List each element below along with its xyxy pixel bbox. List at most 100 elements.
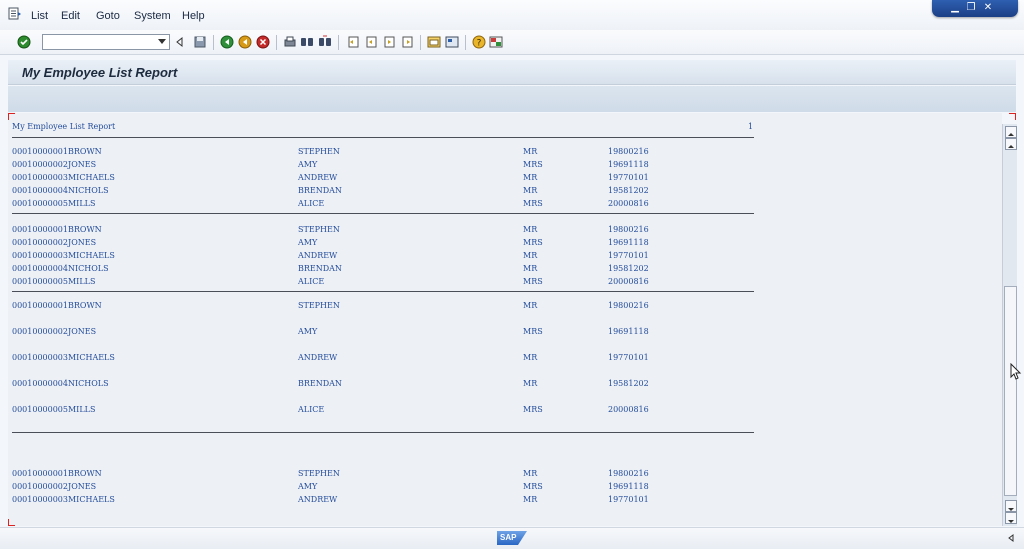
first-page-icon[interactable] [346,35,360,49]
scroll-page-down-button[interactable] [1005,512,1017,524]
report-header-title: My Employee List Report [12,122,116,131]
back-icon[interactable] [173,35,187,49]
employee-id-cell: 00010000001BROWN [12,147,102,156]
first-name-cell: BRENDAN [298,379,342,388]
first-name-cell: AMY [298,238,318,247]
print-icon[interactable] [283,35,297,49]
date-cell: 19581202 [608,264,649,273]
status-bar: SAP [0,527,1024,549]
close-icon[interactable]: ✕ [982,2,994,14]
page-title: My Employee List Report [22,65,178,80]
application-toolbar [8,86,1016,112]
first-name-cell: ALICE [298,277,325,286]
list-output-area[interactable] [8,113,1016,526]
employee-id-cell: 00010000005MILLS [12,277,96,286]
menu-bar: List Edit Goto System Help ▁ ❐ ✕ [0,0,1024,31]
title-cell: MR [523,495,538,504]
scroll-page-up-button[interactable] [1005,138,1017,150]
vertical-scrollbar[interactable] [1002,124,1017,526]
title-cell: MRS [523,405,543,414]
title-cell: MR [523,173,538,182]
create-session-icon[interactable] [427,35,441,49]
menu-list[interactable]: List [31,10,48,22]
first-name-cell: STEPHEN [298,469,340,478]
frame-corner [1009,113,1016,120]
date-cell: 19770101 [608,251,649,260]
title-cell: MR [523,264,538,273]
employee-id-cell: 00010000003MICHAELS [12,495,115,504]
title-cell: MRS [523,238,543,247]
date-cell: 19800216 [608,147,649,156]
employee-id-cell: 00010000001BROWN [12,469,102,478]
last-page-icon[interactable] [400,35,414,49]
report-divider [12,432,754,433]
help-icon[interactable]: ? [472,35,486,49]
find-icon[interactable] [300,35,314,49]
toolbar-separator [213,35,214,50]
employee-id-cell: 00010000001BROWN [12,225,102,234]
standard-toolbar: ? [0,30,1024,55]
title-cell: MR [523,353,538,362]
title-cell: MRS [523,160,543,169]
restore-icon[interactable]: ❐ [965,2,977,14]
back-green-icon[interactable] [220,35,234,49]
find-next-icon[interactable] [318,35,332,49]
first-name-cell: STEPHEN [298,147,340,156]
previous-page-icon[interactable] [364,35,378,49]
exit-icon[interactable] [238,35,252,49]
employee-id-cell: 00010000002JONES [12,482,97,491]
title-cell: MR [523,186,538,195]
first-name-cell: STEPHEN [298,225,340,234]
date-cell: 19800216 [608,301,649,310]
toolbar-separator [420,35,421,50]
frame-corner [8,113,15,120]
title-cell: MRS [523,327,543,336]
cancel-icon[interactable] [256,35,270,49]
status-expand-icon[interactable] [1006,533,1016,543]
first-name-cell: BRENDAN [298,264,342,273]
date-cell: 19581202 [608,379,649,388]
employee-id-cell: 00010000001BROWN [12,301,102,310]
shortcut-icon[interactable] [445,35,459,49]
employee-id-cell: 00010000005MILLS [12,199,96,208]
menu-system[interactable]: System [134,10,171,22]
date-cell: 19691118 [608,238,649,247]
first-name-cell: AMY [298,327,318,336]
save-icon[interactable] [193,35,207,49]
menu-goto[interactable]: Goto [96,10,120,22]
menu-icon[interactable] [8,7,22,20]
date-cell: 20000816 [608,277,649,286]
first-name-cell: AMY [298,160,318,169]
employee-id-cell: 00010000003MICHAELS [12,173,115,182]
toolbar-separator [465,35,466,50]
employee-id-cell: 00010000005MILLS [12,405,96,414]
screen-title-bar: My Employee List Report [8,60,1016,85]
enter-icon[interactable] [17,35,31,49]
title-cell: MR [523,147,538,156]
date-cell: 20000816 [608,199,649,208]
first-name-cell: ANDREW [298,173,338,182]
scroll-down-button[interactable] [1005,500,1017,512]
minimize-icon[interactable]: ▁ [949,2,961,14]
chevron-down-icon[interactable] [158,39,166,44]
title-cell: MRS [523,482,543,491]
scroll-thumb[interactable] [1004,286,1017,496]
sap-logo: SAP [497,531,527,545]
title-cell: MR [523,225,538,234]
customize-layout-icon[interactable] [489,35,503,49]
menu-edit[interactable]: Edit [61,10,80,22]
report-divider [12,213,754,214]
employee-id-cell: 00010000003MICHAELS [12,251,115,260]
scroll-up-button[interactable] [1005,126,1017,138]
command-field[interactable] [42,34,170,50]
next-page-icon[interactable] [382,35,396,49]
date-cell: 19800216 [608,469,649,478]
first-name-cell: ALICE [298,405,325,414]
frame-corner [8,519,15,526]
title-cell: MRS [523,199,543,208]
menu-help[interactable]: Help [182,10,205,22]
employee-id-cell: 00010000003MICHAELS [12,353,115,362]
chevron-up-icon [1008,145,1014,148]
date-cell: 19770101 [608,353,649,362]
chevron-down-icon [1008,520,1014,523]
